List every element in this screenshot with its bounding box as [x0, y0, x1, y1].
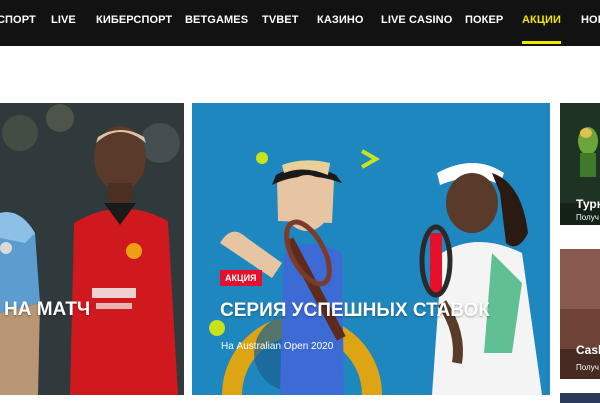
promo-card-match[interactable]: НА МАТЧ	[0, 103, 184, 395]
promo-card-tennis[interactable]: АКЦИЯ СЕРИЯ УСПЕШНЫХ СТАВОК На Australia…	[192, 103, 550, 395]
nav-item-casino[interactable]: КАЗИНО	[317, 0, 364, 46]
nav-item-sport[interactable]: СПОРТ	[0, 0, 36, 46]
nav-item-live-casino[interactable]: LIVE CASINO	[381, 0, 452, 46]
promo-subtitle: Получ	[576, 213, 599, 222]
nav-item-betgames[interactable]: BETGAMES	[185, 0, 248, 46]
nav-item-live[interactable]: LIVE	[51, 0, 76, 46]
active-tab-underline	[522, 41, 562, 44]
promo-title: Cash	[576, 343, 600, 357]
promo-subtitle: Получ	[576, 363, 599, 372]
nav-item-news[interactable]: НОВ	[581, 0, 600, 46]
nav-item-tvbet[interactable]: TVBET	[262, 0, 299, 46]
promo-subtitle: На Australian Open 2020	[221, 341, 334, 352]
promo-card-cashback[interactable]: Cash Получ	[560, 249, 600, 379]
promo-card-tournament[interactable]: Турн Получ	[560, 103, 600, 225]
nav-item-poker[interactable]: ПОКЕР	[465, 0, 503, 46]
promo-badge: АКЦИЯ	[220, 270, 262, 286]
promo-title: Турн	[576, 197, 600, 211]
cashback-image	[560, 249, 600, 379]
promo-title: НА МАТЧ	[4, 299, 91, 320]
nav-item-esports[interactable]: КИБЕРСПОРТ	[96, 0, 172, 46]
football-players-image	[0, 103, 184, 395]
nav-item-promotions[interactable]: АКЦИИ	[522, 0, 562, 46]
nav-item-promotions-label: АКЦИИ	[522, 14, 562, 26]
promo-title: СЕРИЯ УСПЕШНЫХ СТАВОК	[220, 300, 490, 321]
promo-card-next[interactable]	[560, 393, 600, 403]
top-navigation: СПОРТ LIVE КИБЕРСПОРТ BETGAMES TVBET КАЗ…	[0, 0, 600, 46]
